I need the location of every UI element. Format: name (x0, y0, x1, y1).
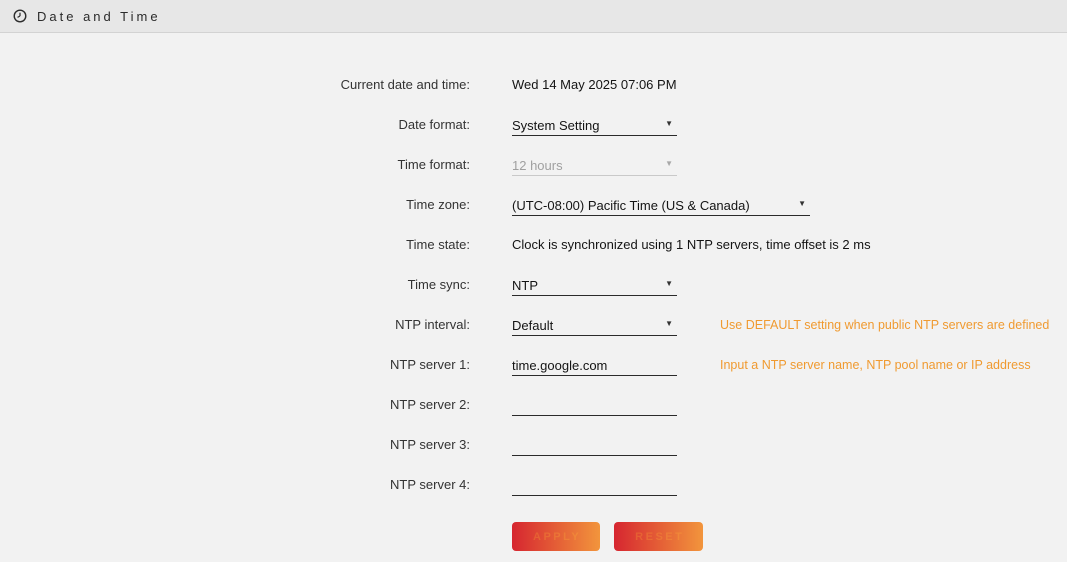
row-ntp-server-1: NTP server 1: Input a NTP server name, N… (0, 350, 1067, 390)
ntp-interval-label: NTP interval: (0, 310, 470, 333)
ntp-server-1-hint: Input a NTP server name, NTP pool name o… (720, 350, 1031, 373)
row-ntp-interval: NTP interval: Default ▼ Use DEFAULT sett… (0, 310, 1067, 350)
section-header: Date and Time (0, 0, 1067, 33)
row-time-format: Time format: 12 hours ▼ (0, 150, 1067, 190)
time-format-label: Time format: (0, 150, 470, 173)
chevron-down-icon: ▼ (798, 199, 806, 208)
row-time-state: Time state: Clock is synchronized using … (0, 230, 1067, 270)
current-datetime-value: Wed 14 May 2025 07:06 PM (512, 70, 677, 93)
time-format-select: 12 hours ▼ (512, 150, 677, 176)
chevron-down-icon: ▼ (665, 279, 673, 288)
chevron-down-icon: ▼ (665, 119, 673, 128)
time-state-value: Clock is synchronized using 1 NTP server… (512, 230, 871, 253)
time-state-label: Time state: (0, 230, 470, 253)
apply-button-label: APPLY (514, 524, 598, 549)
time-sync-value: NTP (512, 278, 538, 293)
row-ntp-server-4: NTP server 4: (0, 470, 1067, 510)
reset-button[interactable]: RESET (614, 522, 703, 551)
ntp-server-2-label: NTP server 2: (0, 390, 470, 413)
current-datetime-label: Current date and time: (0, 70, 470, 93)
row-date-format: Date format: System Setting ▼ (0, 110, 1067, 150)
row-current-datetime: Current date and time: Wed 14 May 2025 0… (0, 70, 1067, 110)
ntp-server-1-label: NTP server 1: (0, 350, 470, 373)
date-format-label: Date format: (0, 110, 470, 133)
time-zone-select[interactable]: (UTC-08:00) Pacific Time (US & Canada) ▼ (512, 190, 810, 216)
time-format-value: 12 hours (512, 158, 563, 173)
chevron-down-icon: ▼ (665, 159, 673, 168)
ntp-interval-value: Default (512, 318, 553, 333)
time-zone-label: Time zone: (0, 190, 470, 213)
page-title: Date and Time (37, 9, 161, 24)
button-row: APPLY RESET (512, 522, 1067, 551)
clock-icon (13, 9, 27, 23)
date-time-form: Current date and time: Wed 14 May 2025 0… (0, 33, 1067, 551)
row-ntp-server-3: NTP server 3: (0, 430, 1067, 470)
apply-button[interactable]: APPLY (512, 522, 600, 551)
ntp-server-3-input[interactable] (512, 430, 677, 456)
row-time-zone: Time zone: (UTC-08:00) Pacific Time (US … (0, 190, 1067, 230)
date-format-value: System Setting (512, 118, 599, 133)
time-sync-select[interactable]: NTP ▼ (512, 270, 677, 296)
time-sync-label: Time sync: (0, 270, 470, 293)
ntp-server-4-label: NTP server 4: (0, 470, 470, 493)
ntp-server-3-label: NTP server 3: (0, 430, 470, 453)
chevron-down-icon: ▼ (665, 319, 673, 328)
ntp-interval-select[interactable]: Default ▼ (512, 310, 677, 336)
ntp-server-1-input[interactable] (512, 350, 677, 376)
ntp-interval-hint: Use DEFAULT setting when public NTP serv… (720, 310, 1049, 333)
date-format-select[interactable]: System Setting ▼ (512, 110, 677, 136)
ntp-server-4-input[interactable] (512, 470, 677, 496)
ntp-server-2-input[interactable] (512, 390, 677, 416)
row-ntp-server-2: NTP server 2: (0, 390, 1067, 430)
time-zone-value: (UTC-08:00) Pacific Time (US & Canada) (512, 198, 750, 213)
row-time-sync: Time sync: NTP ▼ (0, 270, 1067, 310)
reset-button-label: RESET (616, 524, 701, 549)
